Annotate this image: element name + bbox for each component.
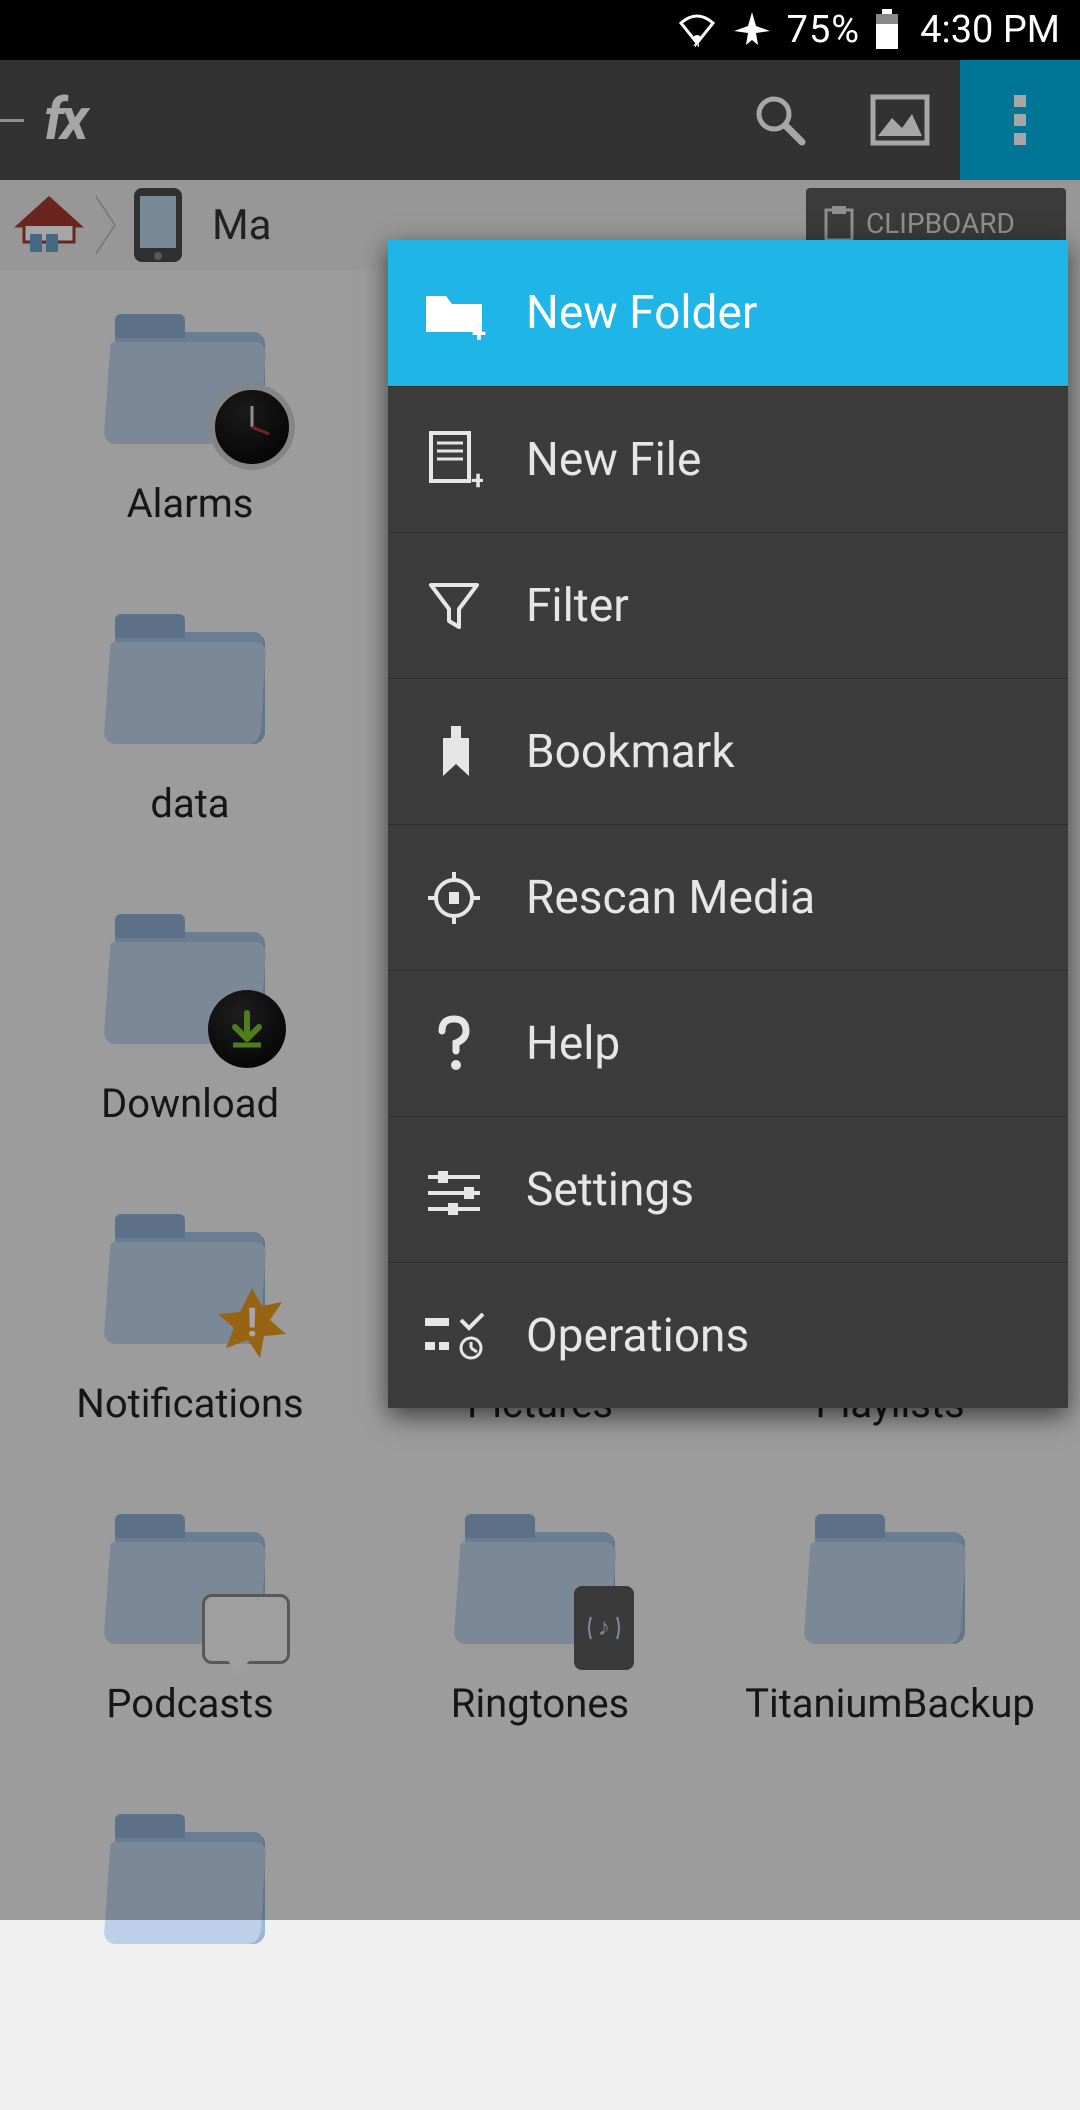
overflow-menu: + New Folder + New File Filter Bookmark …	[388, 240, 1068, 1408]
menu-label: New File	[526, 433, 701, 487]
menu-bookmark[interactable]: Bookmark	[388, 678, 1068, 824]
svg-text:⇅: ⇅	[692, 43, 700, 47]
svg-text:+: +	[472, 319, 486, 340]
svg-text:+: +	[471, 466, 483, 491]
clock-text: 4:30 PM	[920, 8, 1060, 52]
file-add-icon: +	[418, 429, 490, 491]
menu-help[interactable]: Help	[388, 970, 1068, 1116]
airplane-mode-icon	[731, 9, 773, 51]
menu-filter[interactable]: Filter	[388, 532, 1068, 678]
menu-label: Settings	[526, 1163, 694, 1217]
battery-icon	[874, 9, 900, 51]
status-bar: ⇅ 75% 4:30 PM	[0, 0, 1080, 60]
menu-label: Rescan Media	[526, 871, 815, 925]
crosshair-icon	[418, 868, 490, 928]
battery-percent: 75%	[787, 8, 861, 52]
menu-label: Operations	[526, 1309, 749, 1363]
operations-icon	[418, 1312, 490, 1360]
menu-label: Filter	[526, 579, 629, 633]
folder-add-icon: +	[418, 286, 490, 340]
menu-label: Help	[526, 1017, 620, 1071]
menu-new-file[interactable]: + New File	[388, 386, 1068, 532]
menu-new-folder[interactable]: + New Folder	[388, 240, 1068, 386]
menu-settings[interactable]: Settings	[388, 1116, 1068, 1262]
question-icon	[418, 1015, 490, 1073]
bookmark-icon	[418, 722, 490, 782]
menu-label: New Folder	[526, 286, 757, 340]
menu-label: Bookmark	[526, 725, 735, 779]
wifi-icon: ⇅	[677, 13, 717, 47]
menu-operations[interactable]: Operations	[388, 1262, 1068, 1408]
sliders-icon	[418, 1165, 490, 1215]
menu-rescan-media[interactable]: Rescan Media	[388, 824, 1068, 970]
funnel-icon	[418, 579, 490, 633]
